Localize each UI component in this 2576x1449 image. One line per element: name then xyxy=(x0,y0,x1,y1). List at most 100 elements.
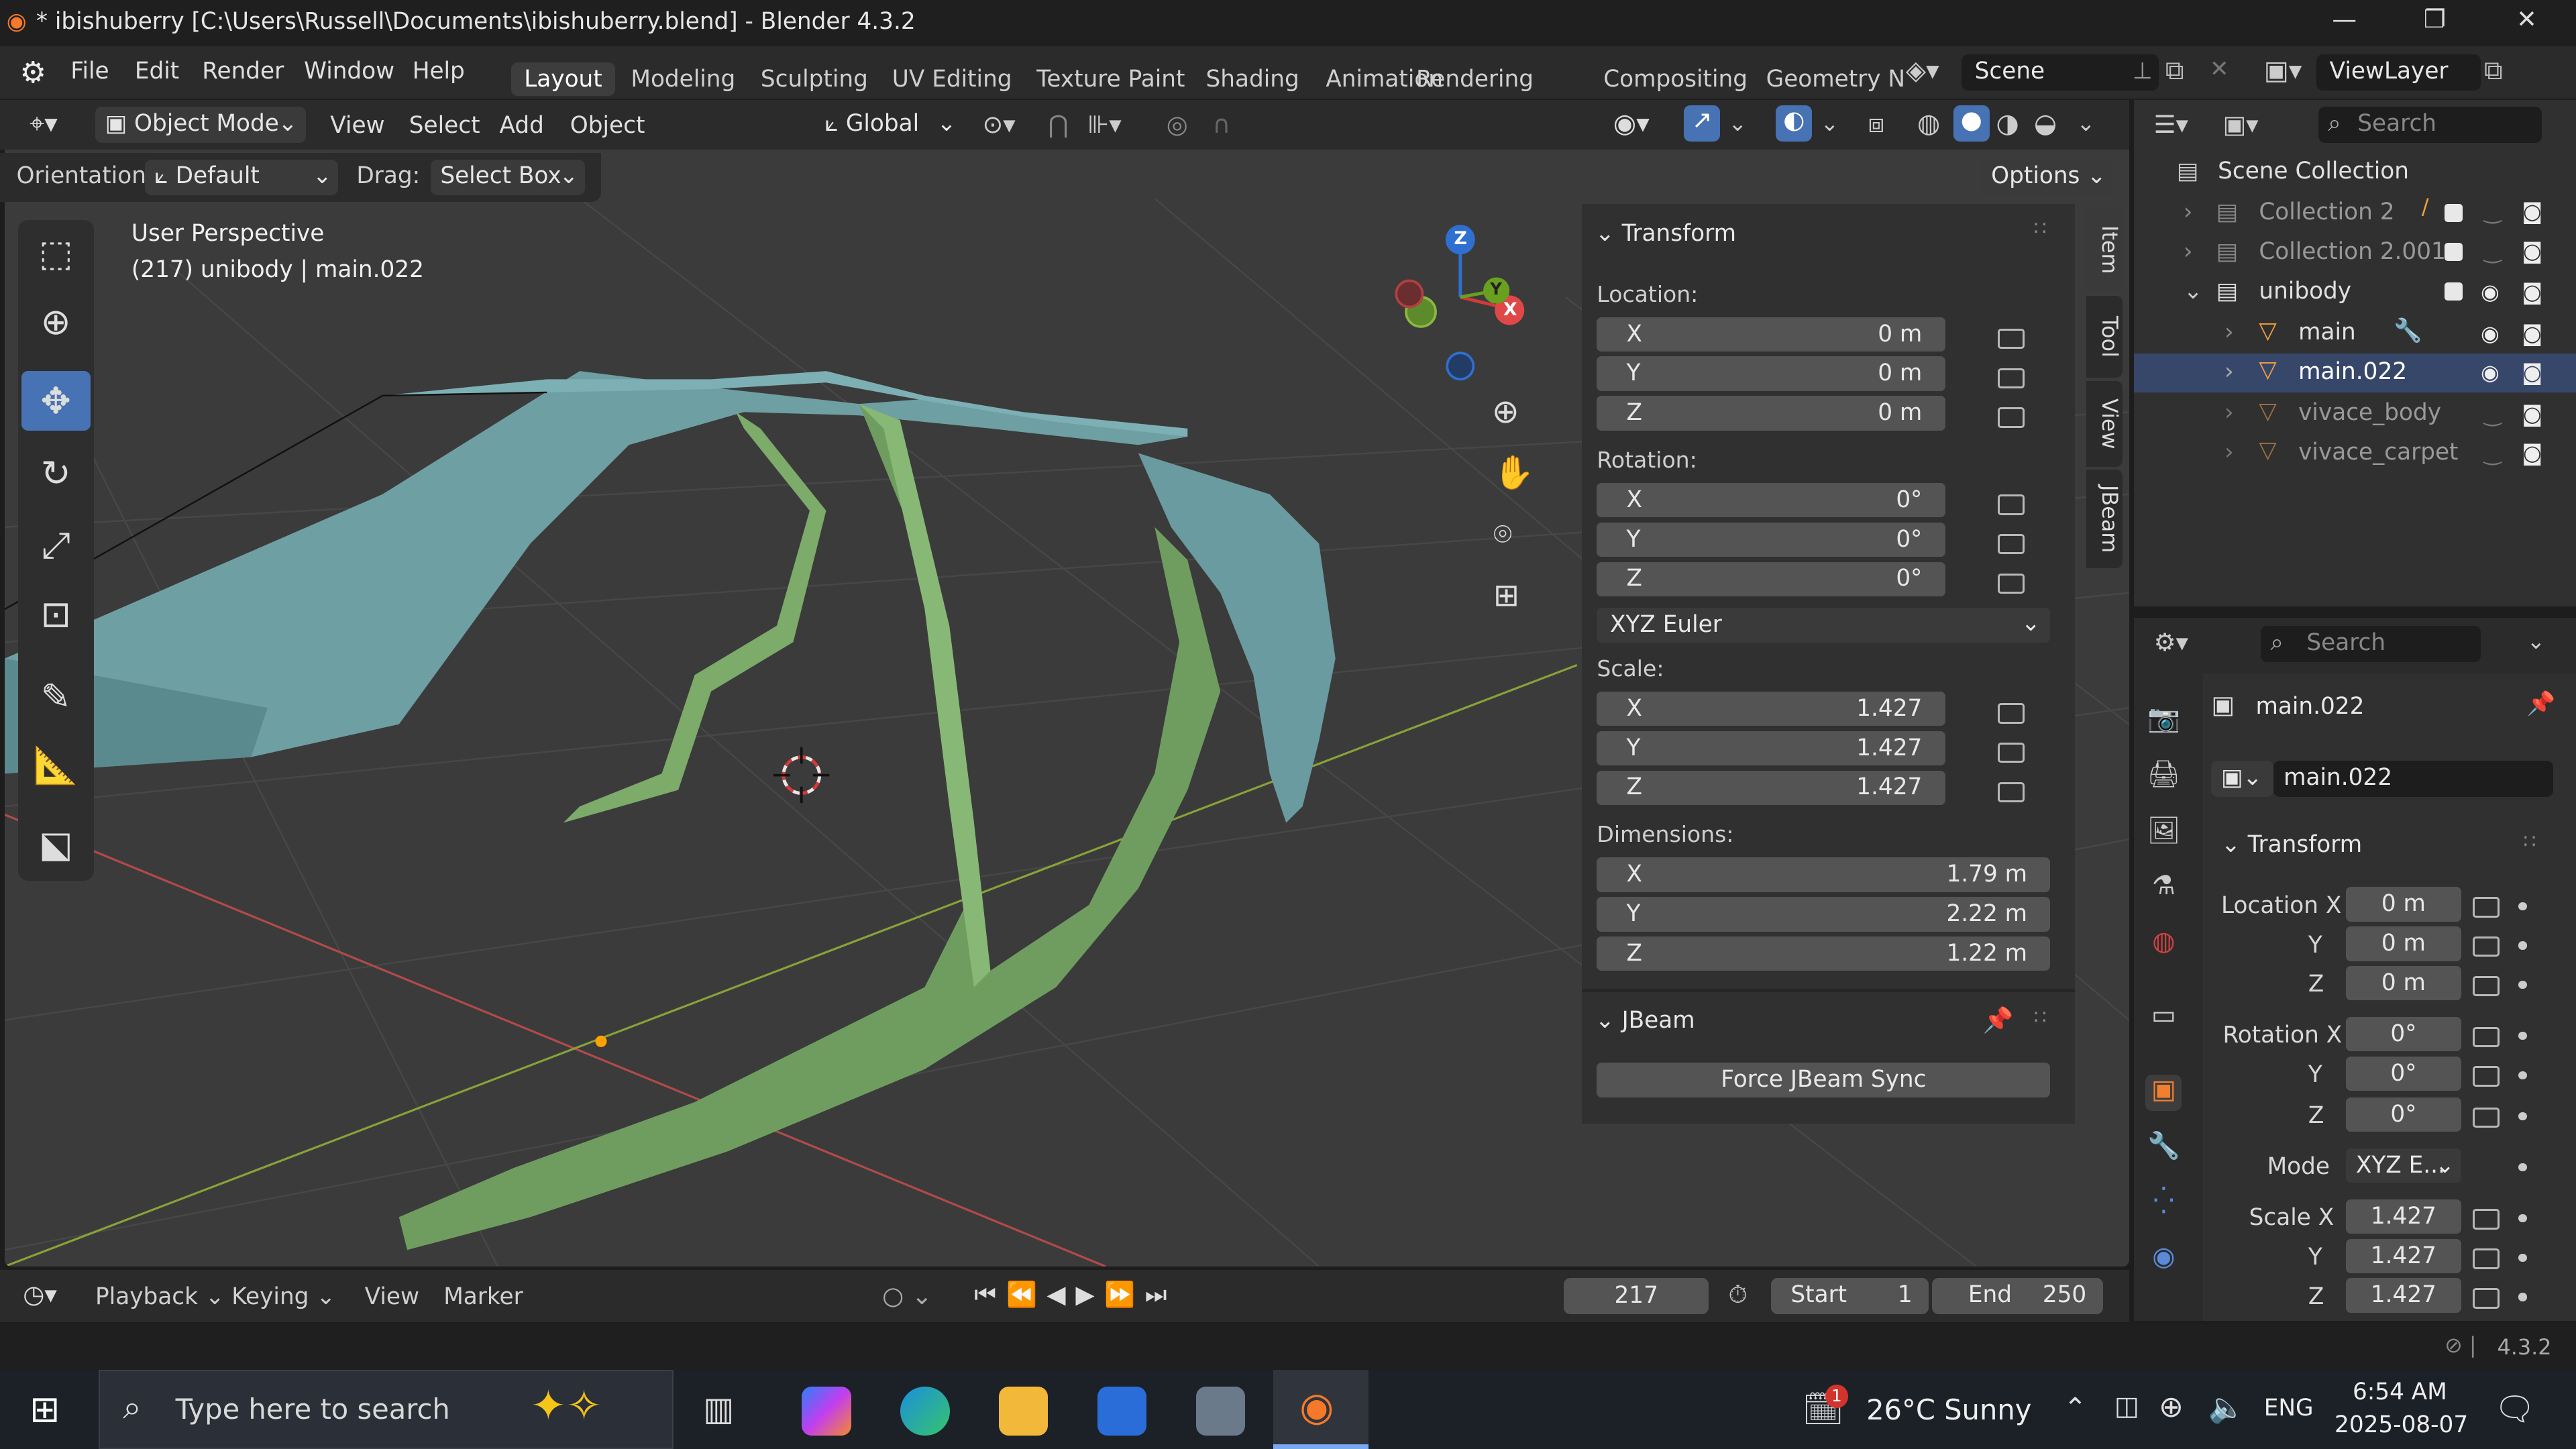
rotation-x-field[interactable]: X 0° xyxy=(1597,483,1945,518)
eye-closed-icon[interactable]: ‿ xyxy=(2484,401,2502,427)
location-z-field[interactable]: Z 0 m xyxy=(1597,396,1945,431)
render-tab-icon[interactable]: 📷 xyxy=(2145,703,2182,739)
physics-tab-icon[interactable]: ◉ xyxy=(2145,1242,2182,1278)
rotate-tool-icon[interactable]: ↻ xyxy=(21,443,91,502)
network-icon[interactable]: ⊕ xyxy=(2159,1390,2184,1424)
camera-icon[interactable]: ◙ xyxy=(2522,279,2542,305)
output-tab-icon[interactable]: 🖨 xyxy=(2145,759,2182,795)
pivot-icon[interactable]: ⊙▾ xyxy=(983,110,1016,139)
microsoft-store-icon[interactable] xyxy=(1097,1386,1147,1436)
menu-object[interactable]: Object xyxy=(570,112,645,139)
object-tab-icon[interactable]: ▣ xyxy=(2145,1074,2182,1111)
prop-rotation-z-field[interactable]: 0° xyxy=(2346,1097,2461,1132)
restore-button[interactable]: ❐ xyxy=(2402,5,2467,34)
scale-tool-icon[interactable]: ⤢ xyxy=(21,516,91,575)
keyframe-dot-icon[interactable] xyxy=(2518,941,2527,950)
scene-icon[interactable]: ◈▾ xyxy=(1906,56,1939,86)
stopwatch-icon[interactable]: ⏱ xyxy=(1728,1280,1748,1309)
rotation-z-field[interactable]: Z 0° xyxy=(1597,561,1945,596)
tab-layout[interactable]: Layout xyxy=(511,62,616,96)
file-explorer-icon[interactable] xyxy=(998,1386,1049,1436)
xray-icon[interactable]: ⧈ xyxy=(1868,109,1885,139)
lock-icon[interactable] xyxy=(2472,897,2500,918)
new-viewlayer-icon[interactable]: ⧉ xyxy=(2484,56,2503,86)
menu-view[interactable]: View xyxy=(330,112,384,139)
playback-controls[interactable]: ⏮⏪◀▶⏩⏭ xyxy=(974,1280,1177,1309)
weather-text[interactable]: 26°C Sunny xyxy=(1866,1393,2031,1426)
outliner-row-vivace-carpet[interactable]: › ▽ vivace_carpet xyxy=(2134,434,2576,474)
move-tool-icon[interactable]: ✥ xyxy=(21,371,91,431)
menu-add[interactable]: Add xyxy=(499,112,543,139)
properties-editor-icon[interactable]: ⚙▾ xyxy=(2154,628,2188,657)
drag-handle-icon[interactable]: ∷ xyxy=(2524,830,2536,853)
taskbar-search-input[interactable]: ⌕ Type here to search ✦✧ xyxy=(98,1370,674,1449)
outliner-row-main[interactable]: › ▽ main 🔧 xyxy=(2134,314,2576,354)
eye-icon[interactable]: ◉ xyxy=(2481,279,2500,305)
location-y-field[interactable]: Y 0 m xyxy=(1597,356,1945,391)
outliner-row-vivace-body[interactable]: › ▽ vivace_body xyxy=(2134,394,2576,434)
checkbox-icon[interactable] xyxy=(2445,282,2463,301)
menu-file[interactable]: File xyxy=(70,58,109,85)
gizmo-toggle-icon[interactable]: ↗ xyxy=(1684,105,1721,142)
orientation-dropdown[interactable]: ⟀ Default ⌄ xyxy=(144,159,339,196)
dimensions-z-field[interactable]: Z 1.22 m xyxy=(1597,936,2051,971)
camera-icon[interactable]: ◙ xyxy=(2522,238,2542,264)
camera-view-icon[interactable]: ⌾ xyxy=(1493,516,1512,553)
menu-timeline-view[interactable]: View xyxy=(365,1283,419,1310)
outliner-row-collection-2[interactable]: › ▤ Collection 2 xyxy=(2134,194,2576,233)
lock-icon[interactable] xyxy=(1997,494,2025,515)
chevron-right-icon[interactable]: › xyxy=(2224,319,2234,345)
minimize-button[interactable]: — xyxy=(2312,5,2377,34)
overlay-toggle-icon[interactable]: ◐ xyxy=(1776,105,1813,142)
rendered-shading-icon[interactable]: ◒ xyxy=(2034,109,2057,139)
windows-start-icon[interactable]: ⊞ xyxy=(30,1388,60,1430)
tab-jbeam[interactable]: JBeam xyxy=(2086,470,2123,569)
eye-closed-icon[interactable]: ‿ xyxy=(2484,440,2502,466)
cursor-tool-icon[interactable]: ⊕ xyxy=(21,292,91,352)
tab-shading[interactable]: Shading xyxy=(1193,62,1312,96)
display-mode-icon[interactable]: ▣▾ xyxy=(2222,110,2258,139)
camera-icon[interactable]: ◙ xyxy=(2522,360,2542,385)
rotation-y-field[interactable]: Y 0° xyxy=(1597,522,1945,557)
prop-location-x-field[interactable]: 0 m xyxy=(2346,887,2461,922)
lock-icon[interactable] xyxy=(2472,1066,2500,1087)
add-cube-tool-icon[interactable]: ⬕ xyxy=(21,815,91,874)
prop-scale-x-field[interactable]: 1.427 xyxy=(2346,1199,2461,1234)
menu-render[interactable]: Render xyxy=(202,58,284,85)
properties-transform-header[interactable]: ⌄ Transform xyxy=(2221,831,2362,858)
rotation-mode-dropdown[interactable]: XYZ Euler ⌄ xyxy=(1597,608,2051,643)
camera-icon[interactable]: ◙ xyxy=(2522,440,2542,466)
chevron-right-icon[interactable]: › xyxy=(2184,238,2193,265)
keyframe-dot-icon[interactable] xyxy=(2518,1071,2527,1079)
menu-playback[interactable]: Playback ⌄ xyxy=(95,1283,225,1310)
menu-help[interactable]: Help xyxy=(413,58,465,85)
menu-edit[interactable]: Edit xyxy=(135,58,179,85)
drag-handle-icon[interactable]: ∷ xyxy=(2034,1006,2047,1028)
start-frame-field[interactable]: Start 1 xyxy=(1771,1278,1929,1315)
menu-select[interactable]: Select xyxy=(409,112,480,139)
clock-time[interactable]: 6:54 AM xyxy=(2353,1379,2447,1405)
auto-keying-icon[interactable]: ○ ⌄ xyxy=(882,1281,932,1310)
object-name-field[interactable]: main.022 xyxy=(2273,760,2553,797)
scene-tab-icon[interactable]: ⚗ xyxy=(2145,871,2182,907)
outliner-row-main-022[interactable]: › ▽ main.022 xyxy=(2134,353,2576,393)
lock-icon[interactable] xyxy=(1997,368,2025,389)
eye-closed-icon[interactable]: ‿ xyxy=(2484,199,2502,224)
tab-item[interactable]: Item xyxy=(2086,207,2123,292)
scale-x-field[interactable]: X 1.427 xyxy=(1597,692,1945,727)
dimensions-y-field[interactable]: Y 2.22 m xyxy=(1597,897,2051,932)
particles-tab-icon[interactable]: ⁛ xyxy=(2145,1186,2182,1222)
prop-rotation-x-field[interactable]: 0° xyxy=(2346,1016,2461,1052)
chevron-down-icon[interactable]: ⌄ xyxy=(2077,110,2096,136)
prop-scale-y-field[interactable]: 1.427 xyxy=(2346,1238,2461,1273)
keyframe-dot-icon[interactable] xyxy=(2518,1031,2527,1040)
remove-scene-icon[interactable]: ✕ xyxy=(2210,56,2229,83)
solid-shading-icon[interactable]: ● xyxy=(1953,105,1990,142)
chevron-right-icon[interactable]: › xyxy=(2224,358,2234,385)
chevron-down-icon[interactable]: ⌄ xyxy=(2184,278,2203,305)
outliner-row-unibody[interactable]: ⌄ ▤ unibody xyxy=(2134,273,2576,313)
menu-keying[interactable]: Keying ⌄ xyxy=(231,1283,335,1310)
lock-icon[interactable] xyxy=(1997,573,2025,594)
lock-icon[interactable] xyxy=(1997,742,2025,763)
collection-tab-icon[interactable]: ▭ xyxy=(2145,1000,2182,1036)
